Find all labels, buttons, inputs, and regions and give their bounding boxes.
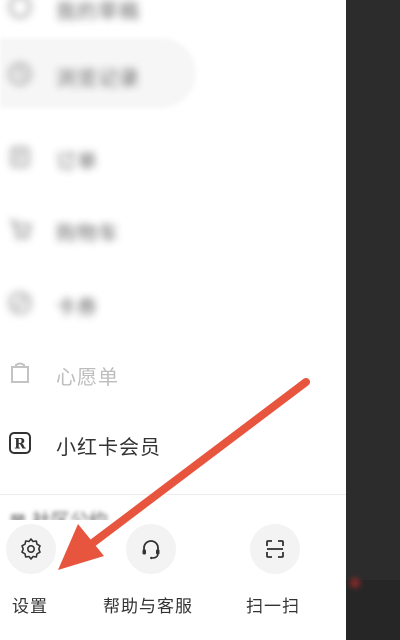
svg-text:R: R	[14, 437, 26, 453]
history-icon	[6, 60, 34, 88]
menu-item-label: 心愿单	[56, 365, 119, 389]
menu-item-drafts[interactable]: 我的草稿	[0, 0, 346, 26]
divider	[0, 494, 346, 495]
gear-icon	[6, 524, 56, 574]
menu-item-label: 浏览记录	[56, 66, 140, 90]
notification-dot	[350, 578, 360, 588]
order-icon	[6, 143, 34, 171]
cart-icon	[6, 215, 34, 243]
scan-label: 扫一扫	[246, 597, 300, 617]
wishlist-icon	[6, 359, 34, 387]
scan-icon	[250, 524, 300, 574]
overlay-strip	[346, 580, 400, 640]
menu-item-wishlist[interactable]: 心愿单	[0, 352, 346, 392]
settings-label: 设置	[12, 597, 48, 617]
menu-item-label: 购物车	[56, 221, 119, 245]
help-and-support-button[interactable]: 帮助与客服	[100, 520, 220, 630]
coupon-icon	[6, 289, 34, 317]
menu-item-coupons[interactable]: 卡券	[0, 282, 346, 322]
menu-item-red-card-membership[interactable]: R 小红卡会员	[0, 422, 346, 462]
dimmed-main-content[interactable]	[346, 0, 400, 640]
menu-item-label: 小红卡会员	[56, 435, 161, 459]
side-drawer: 我的草稿 浏览记录 订单 购物车 卡券 心愿单 R 小红卡会员 设置 帮助与客服…	[0, 0, 346, 640]
menu-item-label: 卡券	[56, 295, 98, 319]
menu-item-label: 我的草稿	[56, 0, 140, 23]
menu-item-cart[interactable]: 购物车	[0, 208, 346, 248]
headset-icon	[126, 524, 176, 574]
menu-item-label: 订单	[56, 149, 98, 173]
r-card-icon: R	[6, 429, 34, 457]
bottom-bar: 设置 帮助与客服 扫一扫	[0, 520, 346, 640]
drafts-icon	[6, 0, 34, 21]
menu-item-orders[interactable]: 订单	[0, 136, 346, 176]
menu-item-history[interactable]: 浏览记录	[0, 53, 346, 93]
scan-button[interactable]: 扫一扫	[226, 520, 346, 630]
help-and-support-label: 帮助与客服	[103, 597, 193, 617]
